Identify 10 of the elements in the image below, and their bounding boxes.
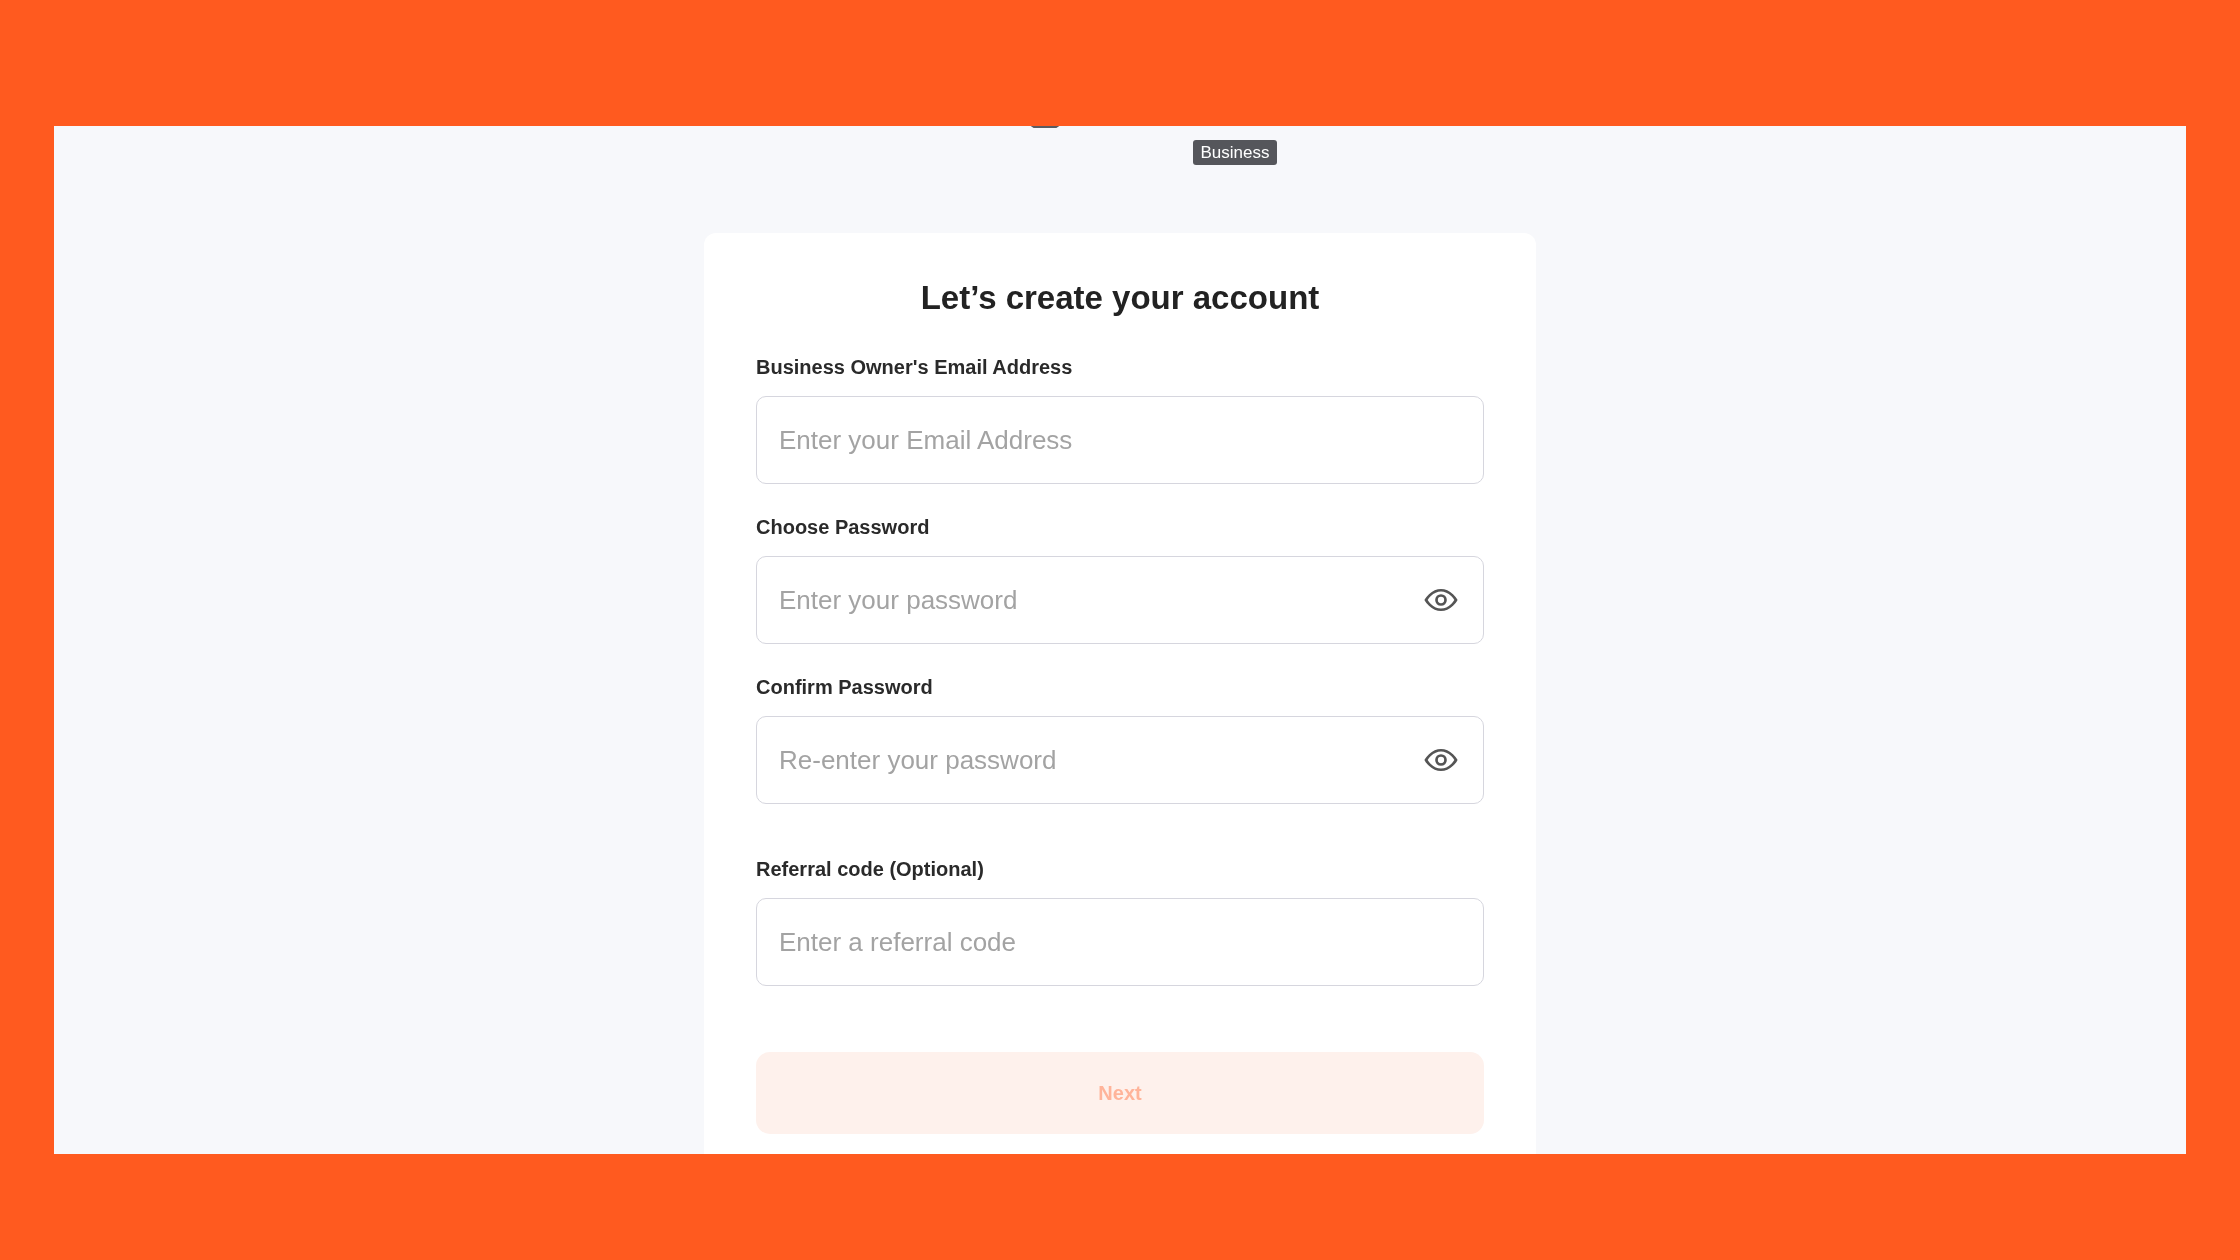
referral-code-field[interactable]: Enter a referral code [756,898,1484,987]
password-field[interactable]: Enter your password [756,556,1484,645]
field-label: Choose Password [756,515,930,541]
form-title: Let’s create your account [919,278,1321,318]
business-badge: Business [1192,140,1278,165]
field-label: Referral code (Optional) [756,857,984,883]
password-field[interactable]: Re-enter your password [756,716,1484,805]
email-field[interactable]: Enter your Email Address [756,396,1484,485]
field-label: Confirm Password [756,675,933,701]
field-label: Business Owner's Email Address [756,355,1073,381]
